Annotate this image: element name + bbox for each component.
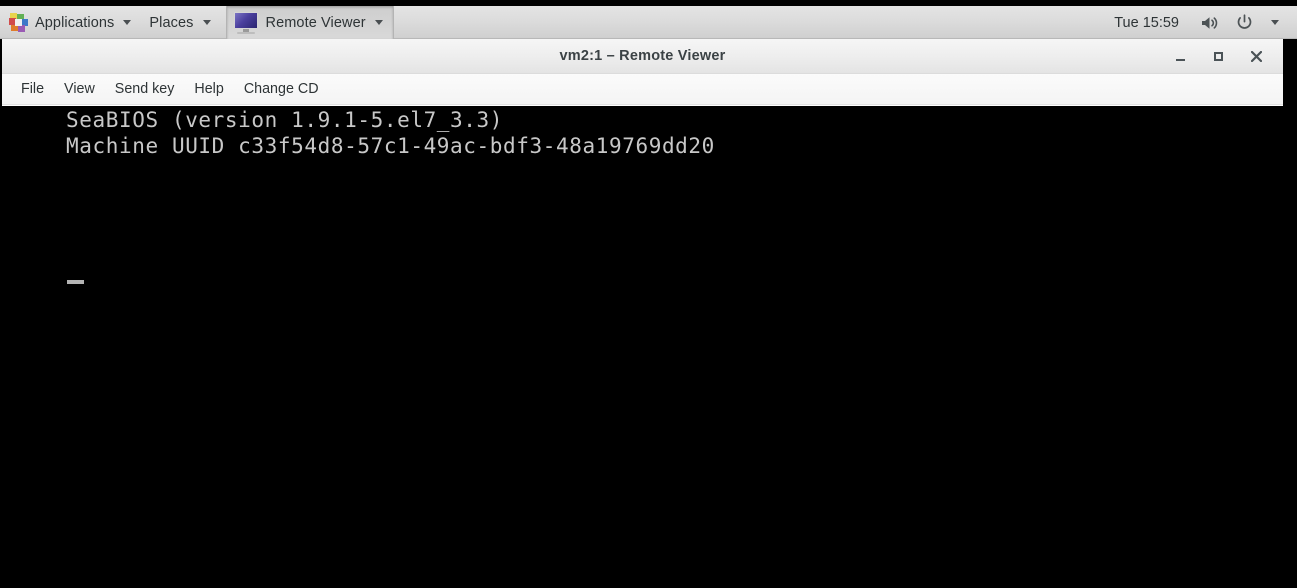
panel-status-area: Tue 15:59 (1100, 6, 1297, 39)
console-cursor (67, 280, 84, 284)
close-icon (1250, 51, 1262, 62)
menu-item-file[interactable]: File (11, 78, 54, 100)
minimize-button[interactable] (1161, 39, 1199, 74)
window-titlebar[interactable]: vm2:1 – Remote Viewer (2, 39, 1283, 74)
window-controls (1161, 39, 1275, 74)
minimize-icon (1175, 59, 1185, 61)
chevron-down-icon (202, 20, 211, 25)
fedora-apps-icon (9, 13, 28, 32)
remote-viewer-window: vm2:1 – Remote Viewer File View Send key… (2, 39, 1283, 106)
desktop-screen: Applications Places Remote Viewer Tue 15… (0, 0, 1297, 588)
speaker-volume-icon[interactable] (1193, 6, 1228, 39)
console-output-text: SeaBIOS (version 1.9.1-5.el7_3.3) Machin… (66, 108, 715, 158)
places-menu[interactable]: Places (140, 6, 219, 39)
window-menubar: File View Send key Help Change CD (2, 74, 1283, 105)
applications-menu-label: Applications (35, 14, 115, 31)
menu-item-help[interactable]: Help (184, 78, 233, 100)
vm-console-display[interactable]: SeaBIOS (version 1.9.1-5.el7_3.3) Machin… (0, 106, 1297, 588)
power-icon[interactable] (1228, 6, 1261, 39)
places-menu-label: Places (149, 14, 194, 31)
maximize-icon (1213, 52, 1223, 61)
clock[interactable]: Tue 15:59 (1100, 15, 1193, 31)
menu-item-send-key[interactable]: Send key (105, 78, 185, 100)
maximize-button[interactable] (1199, 39, 1237, 74)
taskbar-item-remote-viewer[interactable]: Remote Viewer (225, 6, 394, 39)
chevron-down-icon (374, 20, 383, 25)
close-button[interactable] (1237, 39, 1275, 74)
gnome-top-panel: Applications Places Remote Viewer Tue 15… (0, 6, 1297, 39)
applications-menu[interactable]: Applications (0, 6, 140, 39)
chevron-down-icon (123, 20, 132, 25)
menu-item-change-cd[interactable]: Change CD (234, 78, 329, 100)
taskbar-item-label: Remote Viewer (265, 14, 366, 31)
menu-item-view[interactable]: View (54, 78, 105, 100)
window-title: vm2:1 – Remote Viewer (559, 48, 726, 64)
monitor-icon (233, 11, 259, 35)
system-menu-chevron-down-icon[interactable] (1261, 6, 1287, 39)
